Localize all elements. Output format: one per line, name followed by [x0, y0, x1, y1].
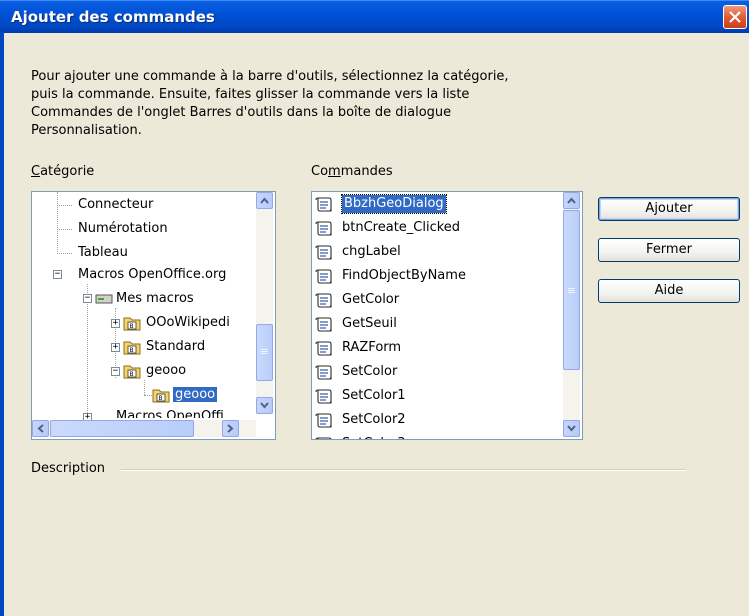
tree-item-macros-openoffice[interactable]: Macros OpenOffice.org: [78, 264, 226, 286]
command-item[interactable]: GetSeuil: [312, 312, 562, 336]
commands-list[interactable]: BbzhGeoDialog btnCreate_Clicked chgLabel Fi…: [311, 191, 583, 440]
macro-library-icon: B: [123, 317, 141, 331]
collapse-icon[interactable]: −: [53, 270, 62, 279]
command-item[interactable]: SetColor2: [312, 408, 562, 432]
chevron-up-icon: [567, 197, 576, 204]
scroll-thumb[interactable]: [256, 324, 273, 381]
chevron-down-icon: [567, 425, 576, 432]
tree-item-numerotation[interactable]: Numérotation: [78, 218, 168, 240]
script-icon: [315, 437, 332, 439]
script-icon: [315, 413, 332, 428]
tree-item-standard[interactable]: Standard: [146, 336, 205, 358]
command-item[interactable]: RAZForm: [312, 336, 562, 360]
title-bar[interactable]: Ajouter des commandes: [0, 0, 749, 33]
svg-text:B: B: [130, 347, 134, 354]
expand-icon[interactable]: +: [111, 319, 120, 328]
close-icon: [729, 11, 741, 23]
chevron-left-icon: [37, 424, 44, 433]
svg-text:B: B: [130, 323, 134, 330]
command-item[interactable]: SetColor: [312, 360, 562, 384]
script-icon: [315, 317, 332, 332]
command-item-label: SetColor: [342, 364, 398, 379]
close-button[interactable]: Fermer: [598, 238, 740, 262]
command-item-label: GetSeuil: [342, 316, 397, 331]
tree-item-tableau[interactable]: Tableau: [78, 242, 128, 264]
command-item-label: RAZForm: [342, 340, 402, 355]
command-item-label: FindObjectByName: [342, 268, 466, 283]
category-label: Catégorie: [31, 164, 95, 179]
help-button[interactable]: Aide: [598, 279, 740, 303]
tree-item-ooowikipedia[interactable]: OOoWikipedi: [146, 312, 230, 334]
command-item[interactable]: chgLabel: [312, 240, 562, 264]
tree-item-macros-openoffice-shared[interactable]: Macros OpenOffi: [116, 406, 224, 418]
scroll-down-button[interactable]: [563, 420, 580, 437]
command-item-label: chgLabel: [342, 244, 401, 259]
macro-module-icon: B: [152, 389, 170, 403]
category-tree[interactable]: Connecteur Numérotation Tableau − Macros…: [31, 191, 276, 440]
expand-icon[interactable]: +: [111, 343, 120, 352]
collapse-icon[interactable]: −: [83, 294, 92, 303]
command-item-label: SetColor1: [342, 388, 406, 403]
category-vertical-scrollbar[interactable]: [256, 192, 273, 414]
commands-vertical-scrollbar[interactable]: [563, 192, 580, 437]
script-icon: [315, 341, 332, 356]
command-item[interactable]: FindObjectByName: [312, 264, 562, 288]
command-item[interactable]: BbzhGeoDialog: [312, 192, 562, 216]
add-button[interactable]: Ajouter: [598, 197, 740, 221]
description-separator: [121, 469, 686, 471]
svg-text:B: B: [159, 395, 163, 402]
drive-icon: [95, 294, 113, 304]
commands-label: Commandes: [311, 164, 393, 179]
macro-library-icon: B: [123, 341, 141, 355]
scroll-up-button[interactable]: [256, 192, 273, 209]
close-window-button[interactable]: [723, 5, 747, 29]
command-item-label: SetColor3: [342, 432, 406, 439]
chevron-down-icon: [260, 402, 269, 409]
command-item-label: SetColor2: [342, 412, 406, 427]
window-title: Ajouter des commandes: [11, 8, 215, 26]
script-icon: [315, 389, 332, 404]
scroll-thumb[interactable]: [563, 210, 580, 370]
script-icon: [315, 269, 332, 284]
svg-text:B: B: [130, 371, 134, 378]
intro-text: Pour ajouter une commande à la barre d'o…: [31, 69, 509, 138]
command-item-label: GetColor: [342, 292, 400, 307]
command-item[interactable]: btnCreate_Clicked: [312, 216, 562, 240]
command-item[interactable]: SetColor1: [312, 384, 562, 408]
window-frame-left: [0, 32, 4, 616]
scroll-up-button[interactable]: [563, 192, 580, 209]
scroll-thumb-horizontal[interactable]: [50, 420, 194, 437]
script-icon: [315, 293, 332, 308]
tree-item-geooo-library[interactable]: geooo: [146, 360, 186, 382]
command-item-label: btnCreate_Clicked: [342, 220, 461, 235]
chevron-right-icon: [227, 424, 234, 433]
script-icon: [315, 365, 332, 380]
description-label: Description: [31, 461, 106, 476]
script-icon: [315, 221, 332, 236]
tree-item-geooo-module[interactable]: geooo: [173, 384, 218, 406]
script-icon: [315, 197, 332, 212]
command-item[interactable]: SetColor3: [312, 432, 562, 439]
command-item-label: BbzhGeoDialog: [341, 194, 447, 214]
tree-item-mes-macros[interactable]: Mes macros: [116, 288, 194, 310]
tree-item-connecteur[interactable]: Connecteur: [78, 194, 153, 216]
script-icon: [315, 245, 332, 260]
macro-library-icon: B: [123, 365, 141, 379]
command-item[interactable]: GetColor: [312, 288, 562, 312]
scroll-right-button[interactable]: [222, 420, 239, 437]
scroll-down-button[interactable]: [256, 397, 273, 414]
chevron-up-icon: [260, 197, 269, 204]
category-horizontal-scrollbar[interactable]: [32, 420, 256, 437]
collapse-icon[interactable]: −: [111, 367, 120, 376]
scroll-left-button[interactable]: [32, 420, 49, 437]
